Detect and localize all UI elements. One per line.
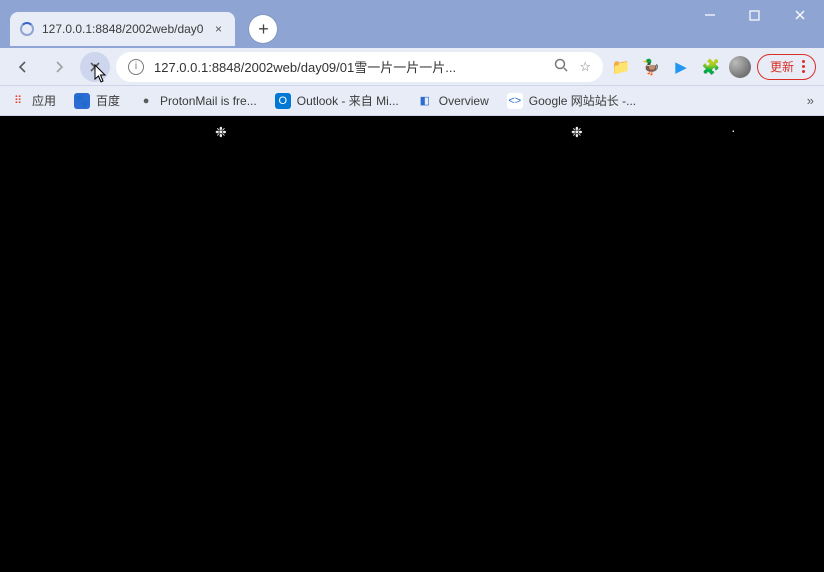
bookmark-star-icon[interactable]: ☆ <box>579 59 591 75</box>
stop-reload-button[interactable] <box>80 52 110 82</box>
bookmark-label: 应用 <box>32 92 56 109</box>
ext-duck-icon[interactable]: 🦆 <box>639 55 663 79</box>
bookmark-item[interactable]: 🐾 百度 <box>74 92 120 109</box>
tab-strip: 127.0.0.1:8848/2002web/day0 × + <box>0 10 277 48</box>
bookmark-icon: ⠿ <box>10 93 26 109</box>
site-info-icon[interactable]: i <box>128 59 144 75</box>
page-viewport: ❉ ❉ · <box>0 116 824 572</box>
update-button[interactable]: 更新 <box>757 54 816 80</box>
bookmark-item[interactable]: O Outlook - 来自 Mi... <box>275 92 399 109</box>
snowflake-icon: · <box>731 122 736 138</box>
minimize-button[interactable] <box>687 0 732 30</box>
window-controls <box>687 0 822 30</box>
browser-tab[interactable]: 127.0.0.1:8848/2002web/day0 × <box>10 12 235 46</box>
bookmark-icon: ◧ <box>417 93 433 109</box>
profile-avatar[interactable] <box>729 56 751 78</box>
snowflake-icon: ❉ <box>215 124 227 141</box>
search-icon[interactable] <box>554 58 569 76</box>
tab-title: 127.0.0.1:8848/2002web/day0 <box>42 22 203 36</box>
bookmark-icon: O <box>275 93 291 109</box>
ext-folder-icon[interactable]: 📁 <box>609 55 633 79</box>
maximize-button[interactable] <box>732 0 777 30</box>
bookmark-label: 百度 <box>96 92 120 109</box>
new-tab-button[interactable]: + <box>249 15 277 43</box>
bookmark-icon: <> <box>507 93 523 109</box>
window-close-button[interactable] <box>777 0 822 30</box>
url-text: 127.0.0.1:8848/2002web/day09/01雪一片一片一片..… <box>154 57 544 76</box>
title-bar: 127.0.0.1:8848/2002web/day0 × + <box>0 0 824 48</box>
bookmarks-overflow-button[interactable]: » <box>807 93 814 108</box>
bookmark-item[interactable]: <> Google 网站站长 -... <box>507 92 636 109</box>
bookmark-item[interactable]: ● ProtonMail is fre... <box>138 93 257 109</box>
update-label: 更新 <box>770 58 794 75</box>
bookmark-label: Overview <box>439 94 489 108</box>
bookmark-item[interactable]: ◧ Overview <box>417 93 489 109</box>
bookmark-icon: ● <box>138 93 154 109</box>
back-button[interactable] <box>8 52 38 82</box>
tab-close-button[interactable]: × <box>211 22 225 36</box>
extensions-puzzle-icon[interactable]: 🧩 <box>699 55 723 79</box>
bookmark-label: Google 网站站长 -... <box>529 92 636 109</box>
menu-icon <box>802 60 805 73</box>
bookmark-label: Outlook - 来自 Mi... <box>297 92 399 109</box>
bookmark-item[interactable]: ⠿ 应用 <box>10 92 56 109</box>
toolbar: i 127.0.0.1:8848/2002web/day09/01雪一片一片一片… <box>0 48 824 86</box>
address-bar[interactable]: i 127.0.0.1:8848/2002web/day09/01雪一片一片一片… <box>116 52 603 82</box>
loading-spinner-icon <box>20 22 34 36</box>
snowflake-icon: ❉ <box>571 124 583 141</box>
bookmark-label: ProtonMail is fre... <box>160 94 257 108</box>
bookmarks-bar: ⠿ 应用 🐾 百度 ● ProtonMail is fre... O Outlook - 来自… <box>0 86 824 116</box>
ext-play-icon[interactable]: ▶ <box>669 55 693 79</box>
bookmark-icon: 🐾 <box>74 93 90 109</box>
forward-button[interactable] <box>44 52 74 82</box>
